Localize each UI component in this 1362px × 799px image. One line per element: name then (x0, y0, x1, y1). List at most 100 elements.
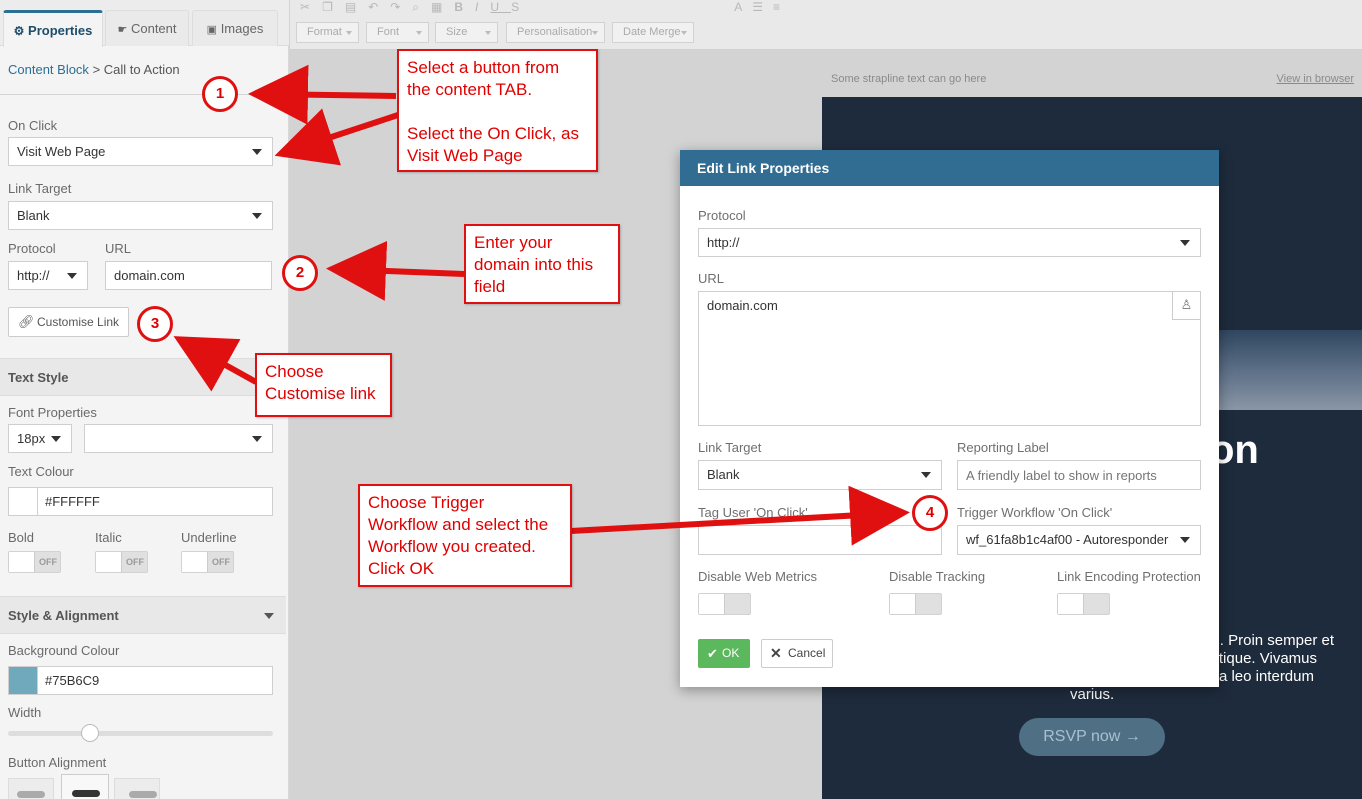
annotation-note-4: Choose Trigger Workflow and select the W… (358, 484, 572, 587)
annotation-note-1: Select a button from the content TAB. Se… (397, 49, 598, 172)
undo-icon[interactable]: ↶ (368, 0, 390, 14)
format-label: Format (307, 26, 342, 38)
size-dropdown[interactable]: Size (435, 22, 498, 43)
underline-toggle[interactable]: OFF (181, 551, 234, 573)
tag-user-input[interactable] (698, 525, 942, 555)
redo-icon[interactable]: ↷ (390, 0, 412, 14)
link-encoding-toggle[interactable] (1057, 593, 1110, 615)
sidebar-tabs: ⚙ Properties ☛ Content ▣ Images (0, 0, 289, 47)
rsvp-button[interactable]: RSVP now → (1019, 718, 1165, 756)
breadcrumb-link[interactable]: Content Block (8, 62, 89, 77)
chevron-down-icon (1180, 240, 1190, 246)
text-colour-input[interactable]: #FFFFFF (8, 487, 273, 516)
disable-tracking-toggle[interactable] (889, 593, 942, 615)
check-icon: ✔ (707, 646, 718, 661)
note-line: Enter your (474, 233, 553, 252)
on-click-value: Visit Web Page (17, 144, 106, 159)
font-family-select[interactable] (84, 424, 273, 453)
text-color-icon[interactable]: A (734, 0, 752, 14)
note-line: Workflow you created. (368, 537, 536, 556)
background-colour-swatch[interactable] (9, 667, 38, 694)
paste-icon[interactable]: ▤ (345, 0, 368, 14)
italic-icon[interactable]: I (475, 0, 490, 14)
text-colour-swatch[interactable] (9, 488, 38, 515)
link-target-select[interactable]: Blank (8, 201, 273, 230)
toggle-state: OFF (39, 557, 57, 567)
ok-button[interactable]: ✔ OK (698, 639, 750, 668)
gear-icon: ⚙ (13, 24, 25, 38)
disable-web-metrics-toggle[interactable] (698, 593, 751, 615)
note-line: field (474, 277, 506, 296)
reporting-label-input[interactable] (957, 460, 1201, 490)
text-colour-value: #FFFFFF (45, 494, 100, 509)
personalisation-label: Personalisation (517, 26, 593, 38)
underline-label: Underline (181, 530, 237, 545)
align-left-button[interactable] (8, 778, 54, 799)
note-line (407, 101, 588, 123)
step-marker-3: 3 (137, 306, 173, 342)
tab-images[interactable]: ▣ Images (192, 10, 278, 46)
note-line: domain into this (474, 255, 594, 274)
style-alignment-heading[interactable]: Style & Alignment (0, 596, 286, 634)
background-colour-input[interactable]: #75B6C9 (8, 666, 273, 695)
cut-icon[interactable]: ✂ (300, 0, 322, 14)
bullet-list-icon[interactable]: ☰ (752, 0, 773, 14)
bold-icon[interactable]: B (454, 0, 475, 14)
cancel-label: Cancel (788, 646, 826, 660)
breadcrumb: Content Block > Call to Action (8, 62, 180, 77)
modal-protocol-select[interactable]: http:// (698, 228, 1201, 257)
find-icon[interactable]: ⌕ (412, 0, 431, 14)
user-icon[interactable]: ♙ (1172, 292, 1200, 320)
bold-toggle[interactable]: OFF (8, 551, 61, 573)
format-dropdown[interactable]: Format (296, 22, 359, 43)
numbered-list-icon[interactable]: ≡ (773, 0, 790, 14)
tab-content[interactable]: ☛ Content (105, 10, 189, 46)
personalisation-dropdown[interactable]: Personalisation (506, 22, 605, 43)
font-label: Font (377, 26, 400, 38)
strike-icon[interactable]: S (511, 0, 531, 14)
bold-label: Bold (8, 530, 35, 545)
chevron-down-icon (264, 613, 274, 619)
breadcrumb-separator: > (92, 62, 101, 77)
reporting-label-label: Reporting Label (957, 440, 1049, 455)
chevron-down-icon (51, 436, 61, 442)
underline-icon[interactable]: U (490, 0, 511, 14)
print-icon[interactable]: ▦ (431, 0, 454, 14)
tag-user-label: Tag User 'On Click' (698, 505, 808, 520)
editor-toolbar: ✂❐▤↶↷⌕▦BIUS Format Font Size Personalisa… (290, 0, 1362, 50)
tab-properties[interactable]: ⚙ Properties (3, 10, 103, 47)
toggle-knob (699, 594, 725, 614)
ok-label: OK (722, 646, 740, 660)
chevron-down-icon (252, 213, 262, 219)
font-size-select[interactable]: 18px (8, 424, 72, 453)
customise-link-label: Customise Link (37, 315, 120, 329)
align-center-button[interactable] (61, 774, 109, 799)
protocol-select[interactable]: http:// (8, 261, 88, 290)
url-input[interactable]: domain.com (105, 261, 272, 290)
width-slider-track[interactable] (8, 731, 273, 736)
copy-icon[interactable]: ❐ (322, 0, 345, 14)
background-colour-label: Background Colour (8, 643, 120, 658)
edit-link-modal: Edit Link Properties Protocol http:// UR… (680, 150, 1219, 687)
note-line: Workflow and select the (368, 515, 549, 534)
align-right-button[interactable] (114, 778, 160, 799)
modal-title: Edit Link Properties (680, 150, 1219, 186)
font-dropdown[interactable]: Font (366, 22, 429, 43)
text-style-heading[interactable]: Text Style (0, 358, 289, 396)
chevron-down-icon (252, 436, 262, 442)
link-target-label: Link Target (8, 181, 72, 196)
view-in-browser-link[interactable]: View in browser (1277, 73, 1354, 85)
body-line: varius. (1070, 686, 1115, 703)
date-merge-dropdown[interactable]: Date Merge (612, 22, 694, 43)
customise-link-button[interactable]: 🔗︎ Customise Link (8, 307, 129, 337)
link-encoding-label: Link Encoding Protection (1057, 569, 1201, 584)
width-slider-handle[interactable] (81, 724, 100, 742)
size-label: Size (446, 26, 468, 38)
italic-toggle[interactable]: OFF (95, 551, 148, 573)
modal-link-target-select[interactable]: Blank (698, 460, 942, 490)
modal-url-textarea[interactable]: domain.com ♙ (698, 291, 1201, 426)
on-click-select[interactable]: Visit Web Page (8, 137, 273, 166)
cancel-button[interactable]: ✕ Cancel (761, 639, 833, 668)
modal-url-value: domain.com (707, 298, 778, 313)
trigger-workflow-select[interactable]: wf_61fa8b1c4af00 - Autoresponder (957, 525, 1201, 555)
